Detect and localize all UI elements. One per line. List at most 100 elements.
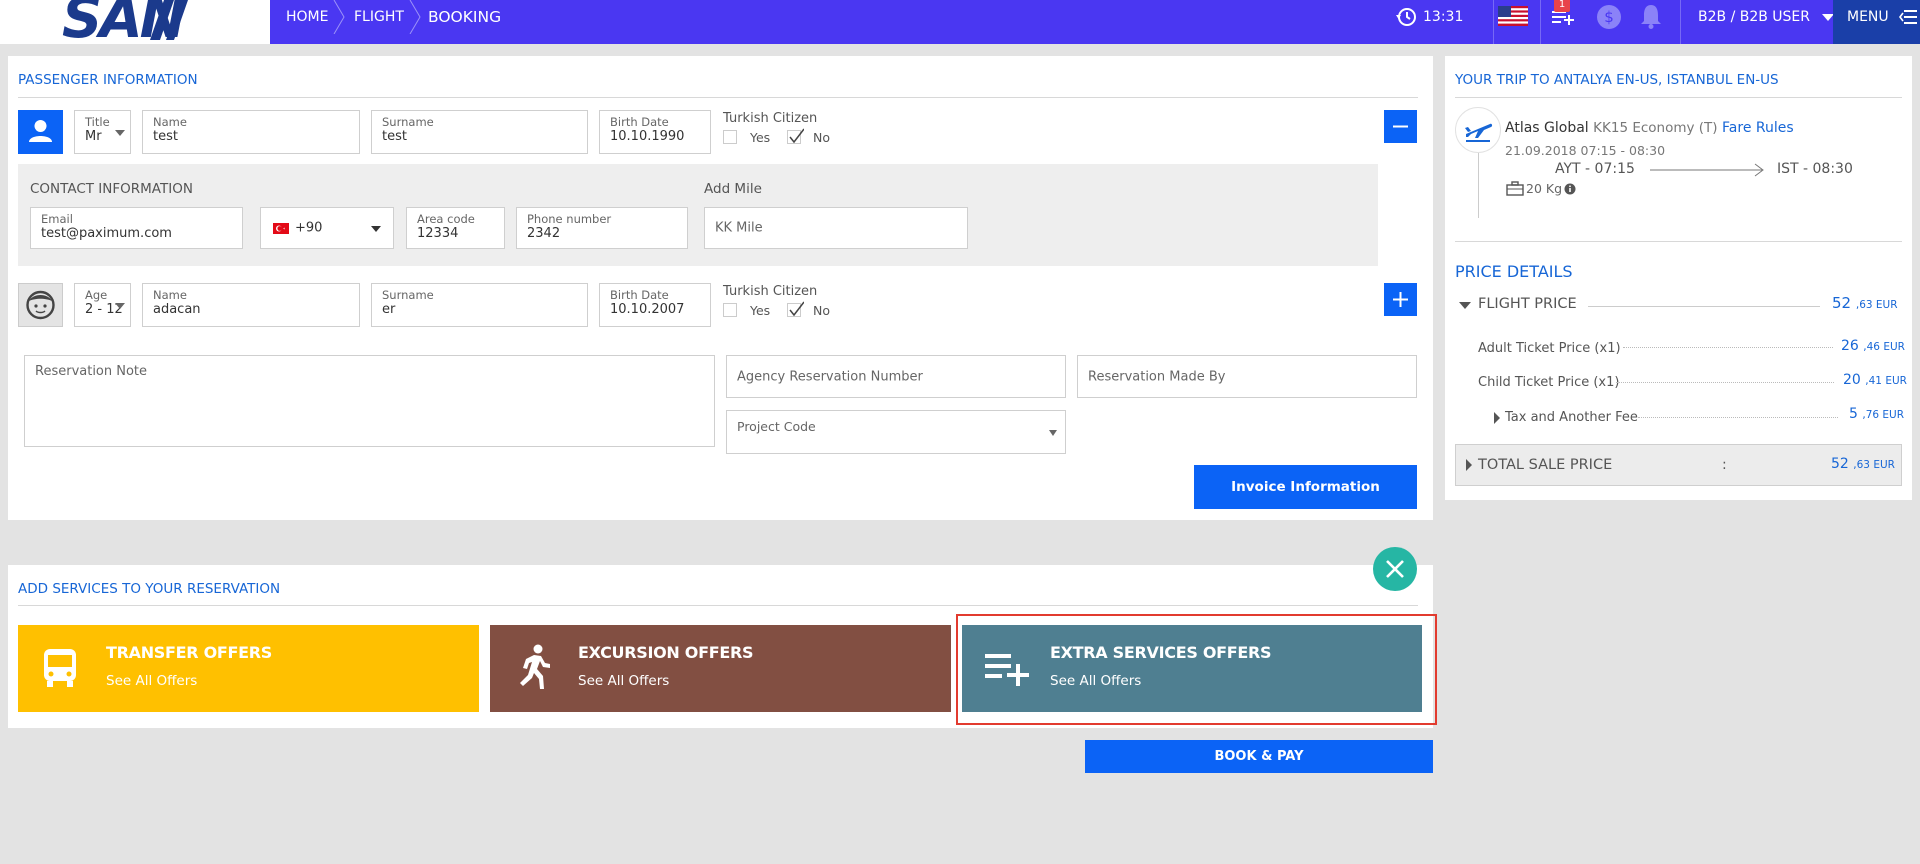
see-all-offers-link[interactable]: See All Offers xyxy=(578,673,669,689)
arrival: IST - 08:30 xyxy=(1777,161,1853,177)
amount-int: 5 xyxy=(1849,406,1858,422)
us-flag-icon[interactable] xyxy=(1498,6,1528,26)
amount-int: 26 xyxy=(1841,338,1859,354)
add-passenger-button[interactable] xyxy=(1384,283,1417,316)
timeline-line xyxy=(1478,150,1479,218)
kk-mile-input[interactable]: KK Mile xyxy=(704,207,968,249)
offer-title: TRANSFER OFFERS xyxy=(106,643,273,662)
book-and-pay-button[interactable]: BOOK & PAY xyxy=(1085,740,1433,773)
caret-down-icon xyxy=(115,303,125,309)
citizen-no-checkbox[interactable] xyxy=(787,128,804,144)
citizen-label: Turkish Citizen xyxy=(723,111,818,126)
adult-name-input[interactable]: Name test xyxy=(142,110,360,154)
citizen-no-checkbox[interactable] xyxy=(787,301,804,317)
cart-badge: 1 xyxy=(1554,0,1570,12)
amount-dec: ,63 EUR xyxy=(1853,459,1895,471)
title-select[interactable]: Title Mr xyxy=(74,110,131,154)
reservation-made-by-input[interactable]: Reservation Made By xyxy=(1077,355,1417,398)
caret-right-icon[interactable] xyxy=(1494,412,1500,424)
chevron-right-icon xyxy=(333,0,345,34)
email-label: Email xyxy=(41,212,73,226)
caret-down-icon xyxy=(1049,430,1057,436)
main-menu-button[interactable]: MENU xyxy=(1833,0,1920,44)
child-name-input[interactable]: Name adacan xyxy=(142,283,360,327)
surname-value: er xyxy=(382,302,396,317)
name-label: Name xyxy=(153,288,187,302)
divider xyxy=(1455,241,1902,242)
agency-reservation-number-input[interactable]: Agency Reservation Number xyxy=(726,355,1066,398)
caret-down-icon[interactable] xyxy=(1459,302,1471,309)
area-code-value: 12334 xyxy=(417,226,459,241)
divider xyxy=(1540,0,1541,44)
airline-name: Atlas Global xyxy=(1505,120,1589,136)
project-code-select[interactable]: Project Code xyxy=(726,410,1066,454)
offer-title: EXCURSION OFFERS xyxy=(578,643,754,662)
caret-right-icon xyxy=(1466,459,1472,471)
amount-dec: ,41 EUR xyxy=(1865,375,1907,387)
divider xyxy=(18,97,1418,98)
divider xyxy=(18,605,1418,606)
age-select[interactable]: Age 2 - 12 xyxy=(74,283,131,327)
baggage-weight: 20 Kg xyxy=(1526,181,1563,196)
flight-price-label: FLIGHT PRICE xyxy=(1478,296,1577,312)
phone-number-input[interactable]: Phone number 2342 xyxy=(516,207,688,249)
adult-ticket-label: Adult Ticket Price (x1) xyxy=(1478,341,1621,356)
user-menu-button[interactable]: B2B / B2B USER xyxy=(1698,0,1835,34)
flight-price-amount: 52 ,63 EUR xyxy=(1832,294,1898,312)
bus-icon xyxy=(44,649,76,687)
invoice-information-button[interactable]: Invoice Information xyxy=(1194,465,1417,509)
logo[interactable]: SAN xyxy=(0,0,270,44)
see-all-offers-link[interactable]: See All Offers xyxy=(106,673,197,689)
reservation-note-textarea[interactable]: Reservation Note xyxy=(24,355,715,447)
total-sale-price-label: TOTAL SALE PRICE xyxy=(1478,457,1613,473)
breadcrumb-home[interactable]: HOME xyxy=(286,0,328,44)
name-value: test xyxy=(153,129,178,144)
transfer-offers-card[interactable]: TRANSFER OFFERS See All Offers xyxy=(18,625,479,712)
amount-dec: ,63 EUR xyxy=(1855,299,1898,311)
citizen-yes-checkbox[interactable] xyxy=(723,130,737,144)
highlight-outline xyxy=(956,614,1437,725)
amount-int: 52 xyxy=(1832,294,1852,312)
briefcase-icon xyxy=(1506,181,1524,196)
reservation-note-placeholder: Reservation Note xyxy=(35,364,148,379)
arrow-right-icon xyxy=(1650,163,1764,177)
adult-birthdate-input[interactable]: Birth Date 10.10.1990 xyxy=(599,110,711,154)
services-section-title: ADD SERVICES TO YOUR RESERVATION xyxy=(18,581,281,597)
dotted-leader xyxy=(1623,347,1833,348)
excursion-offers-card[interactable]: EXCURSION OFFERS See All Offers xyxy=(490,625,951,712)
minus-icon xyxy=(1393,125,1408,128)
child-surname-input[interactable]: Surname er xyxy=(371,283,588,327)
no-label: No xyxy=(813,130,830,145)
email-input[interactable]: Email test@paximum.com xyxy=(30,207,243,249)
currency-dollar-icon[interactable]: $ xyxy=(1595,3,1623,31)
phone-number-label: Phone number xyxy=(527,212,612,226)
title-label: Title xyxy=(85,115,110,129)
close-services-button[interactable] xyxy=(1373,547,1417,591)
citizen-yes-checkbox[interactable] xyxy=(723,303,737,317)
fare-rules-link[interactable]: Fare Rules xyxy=(1722,120,1794,136)
made-by-placeholder: Reservation Made By xyxy=(1088,369,1226,384)
project-code-placeholder: Project Code xyxy=(737,419,816,434)
breadcrumb-flight[interactable]: FLIGHT xyxy=(354,0,404,44)
kk-mile-placeholder: KK Mile xyxy=(715,220,763,236)
price-details-title: PRICE DETAILS xyxy=(1455,262,1573,281)
flight-info: KK15 Economy (T) xyxy=(1593,120,1718,136)
adult-avatar xyxy=(18,110,63,154)
name-value: adacan xyxy=(153,302,201,317)
dial-code-select[interactable]: +90 xyxy=(260,207,394,249)
info-icon[interactable] xyxy=(1564,183,1576,195)
area-code-input[interactable]: Area code 12334 xyxy=(406,207,505,249)
phone-number-value: 2342 xyxy=(527,226,561,241)
adult-surname-input[interactable]: Surname test xyxy=(371,110,588,154)
dotted-leader xyxy=(1638,417,1838,418)
total-sale-price-row[interactable]: TOTAL SALE PRICE : 52 ,63 EUR xyxy=(1455,444,1902,486)
child-ticket-label: Child Ticket Price (x1) xyxy=(1478,375,1620,390)
divider xyxy=(1680,0,1681,44)
remove-passenger-button[interactable] xyxy=(1384,110,1417,143)
session-timer: 13:31 xyxy=(1395,0,1463,34)
dial-code-value: +90 xyxy=(295,220,323,236)
add-to-list-button[interactable]: 1 xyxy=(1550,0,1580,30)
yes-label: Yes xyxy=(750,130,771,145)
child-birthdate-input[interactable]: Birth Date 10.10.2007 xyxy=(599,283,711,327)
bell-icon[interactable] xyxy=(1638,2,1664,30)
